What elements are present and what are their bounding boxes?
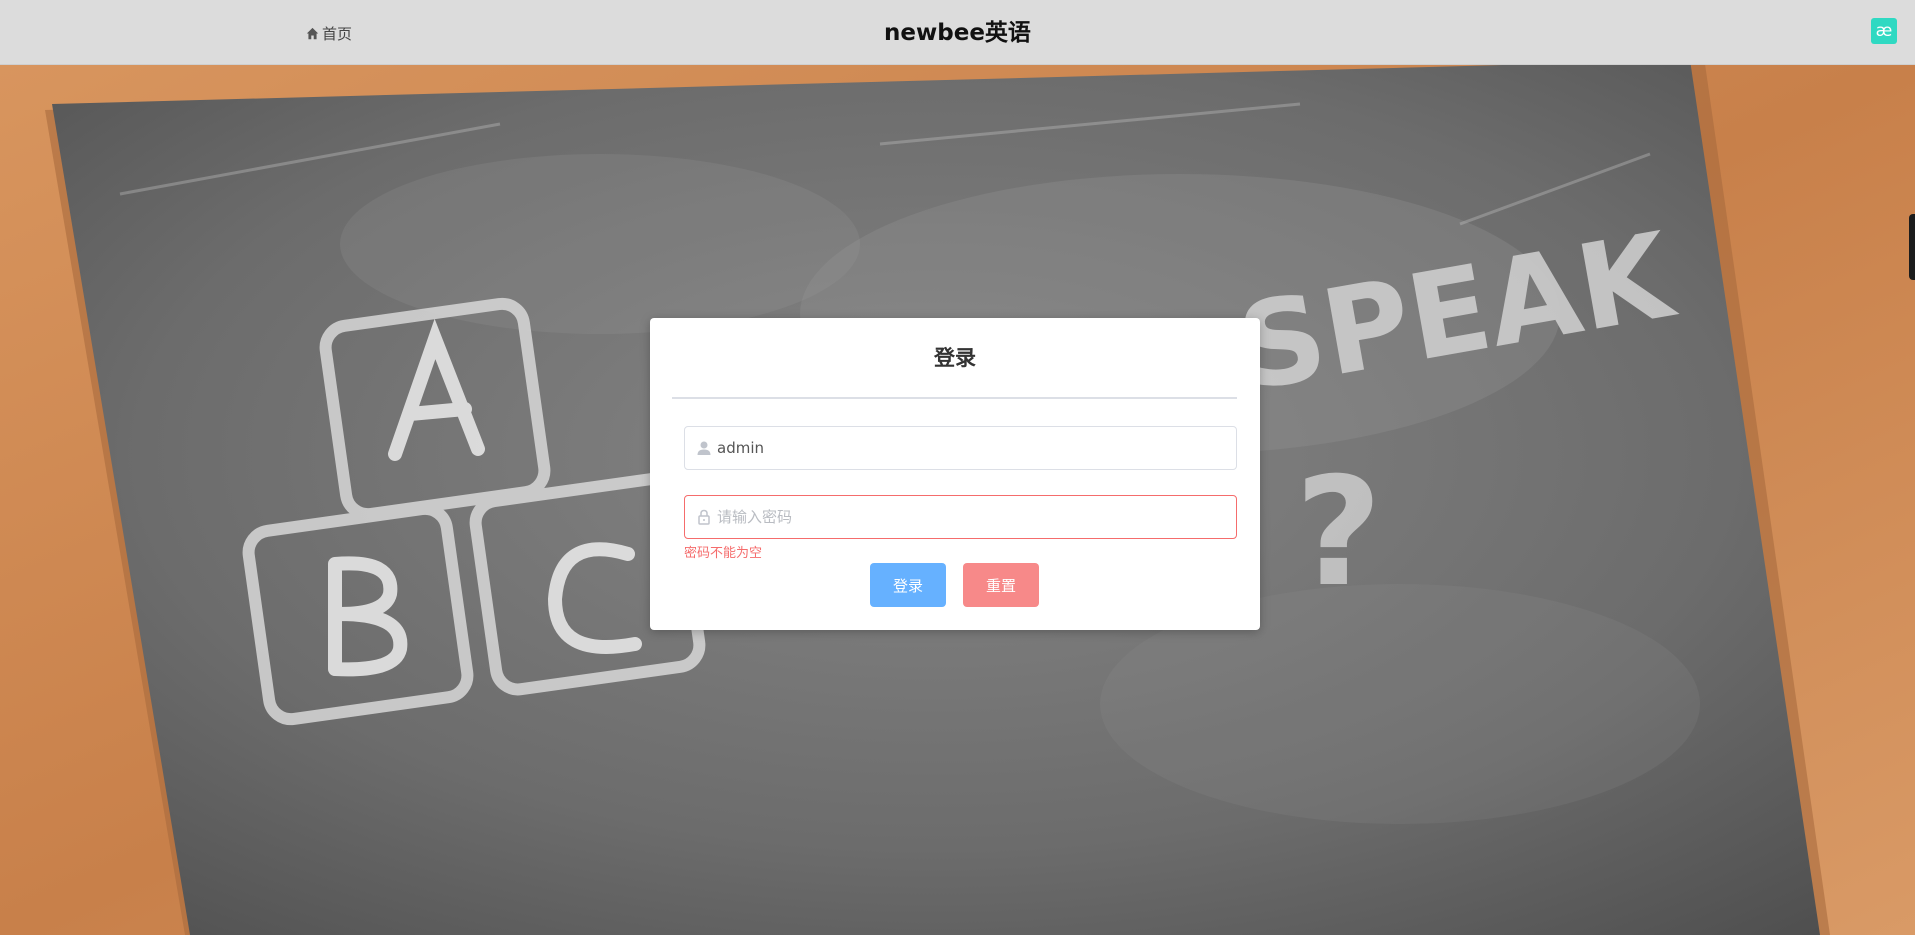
password-field[interactable]: [684, 495, 1237, 539]
app-icon[interactable]: æ: [1871, 18, 1897, 44]
user-icon: [695, 439, 713, 457]
reset-button[interactable]: 重置: [963, 563, 1039, 607]
top-navbar: 首页 newbee英语 æ: [0, 0, 1915, 65]
svg-text:?: ?: [1295, 446, 1382, 620]
password-error-message: 密码不能为空: [684, 546, 763, 561]
home-link-label: 首页: [322, 24, 353, 43]
login-title: 登录: [934, 346, 976, 370]
login-form: 登录 密码不能为空 登录 重置: [650, 318, 1260, 630]
page: SPEAK ? 首页 newbee英语 æ 登录 admin 密码不能为空 登录…: [0, 0, 1915, 935]
lock-icon: [695, 508, 713, 526]
side-handle: [1909, 214, 1915, 280]
home-link[interactable]: 首页: [306, 22, 352, 44]
username-input[interactable]: [717, 427, 1222, 469]
password-input[interactable]: [717, 496, 1222, 538]
username-field[interactable]: [684, 426, 1237, 470]
login-button[interactable]: 登录: [870, 563, 946, 607]
divider: [672, 397, 1237, 399]
home-icon: [306, 27, 319, 40]
site-title: newbee英语: [884, 20, 1031, 46]
